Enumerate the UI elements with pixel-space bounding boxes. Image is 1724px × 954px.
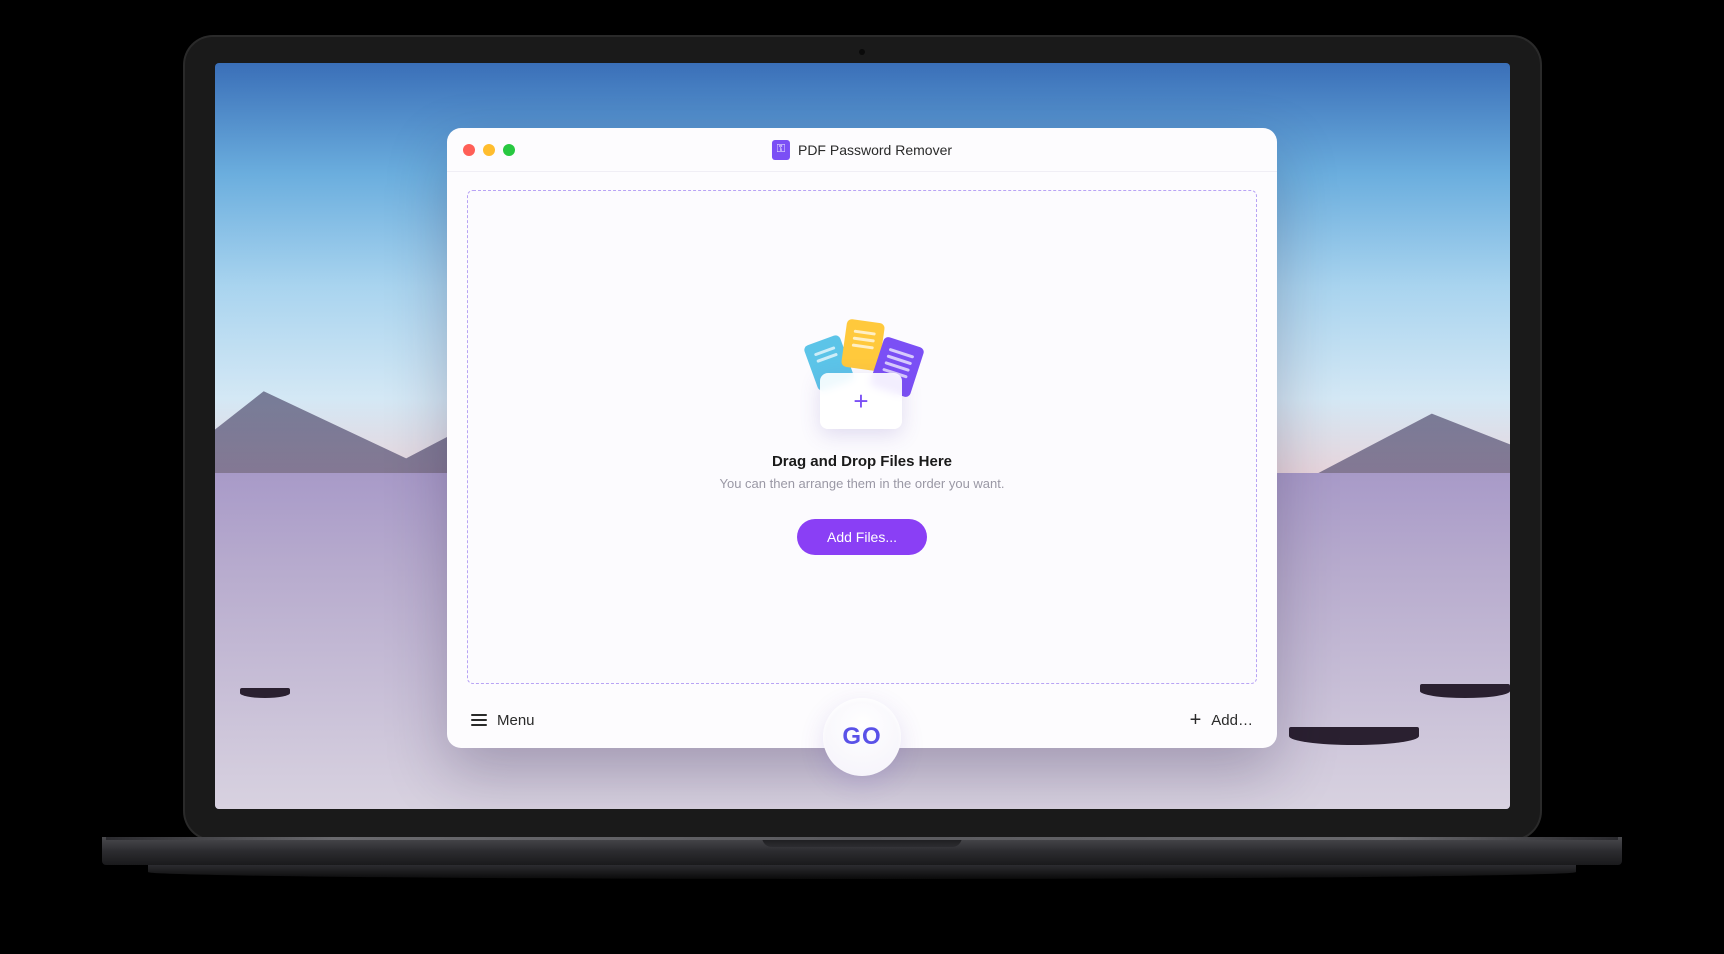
go-button-label: GO [842, 723, 881, 751]
wallpaper-boat-icon [240, 688, 290, 698]
app-window: PDF Password Remover [447, 128, 1277, 748]
laptop-feet [148, 865, 1577, 879]
add-files-button[interactable]: Add Files... [797, 519, 927, 555]
file-dropzone[interactable]: + Drag and Drop Files Here You can then … [467, 190, 1257, 684]
dropzone-container: + Drag and Drop Files Here You can then … [447, 172, 1277, 692]
files-illustration-icon: + [792, 319, 932, 429]
camera-icon [859, 49, 865, 55]
add-button-label: Add… [1211, 712, 1253, 729]
hamburger-icon [471, 714, 487, 726]
desktop-wallpaper: PDF Password Remover [215, 63, 1510, 809]
bottom-toolbar: Menu GO + Add… [447, 692, 1277, 748]
wallpaper-boat-icon [1289, 727, 1419, 745]
wallpaper-boat-icon [1420, 684, 1510, 698]
close-button[interactable] [463, 144, 475, 156]
menu-button[interactable]: Menu [471, 712, 535, 729]
window-title-text: PDF Password Remover [798, 142, 952, 158]
maximize-button[interactable] [503, 144, 515, 156]
laptop-base [102, 837, 1622, 865]
folder-plus-icon: + [820, 373, 902, 429]
laptop-frame: PDF Password Remover [102, 37, 1622, 917]
app-icon [772, 140, 790, 160]
window-controls [463, 144, 515, 156]
laptop-bezel: PDF Password Remover [185, 37, 1540, 839]
add-button[interactable]: + Add… [1190, 709, 1253, 732]
plus-icon: + [1190, 709, 1202, 732]
minimize-button[interactable] [483, 144, 495, 156]
titlebar: PDF Password Remover [447, 128, 1277, 172]
window-title: PDF Password Remover [772, 140, 952, 160]
dropzone-subtitle: You can then arrange them in the order y… [720, 476, 1005, 491]
menu-label: Menu [497, 712, 535, 729]
go-button[interactable]: GO [823, 698, 901, 776]
dropzone-title: Drag and Drop Files Here [772, 453, 952, 470]
